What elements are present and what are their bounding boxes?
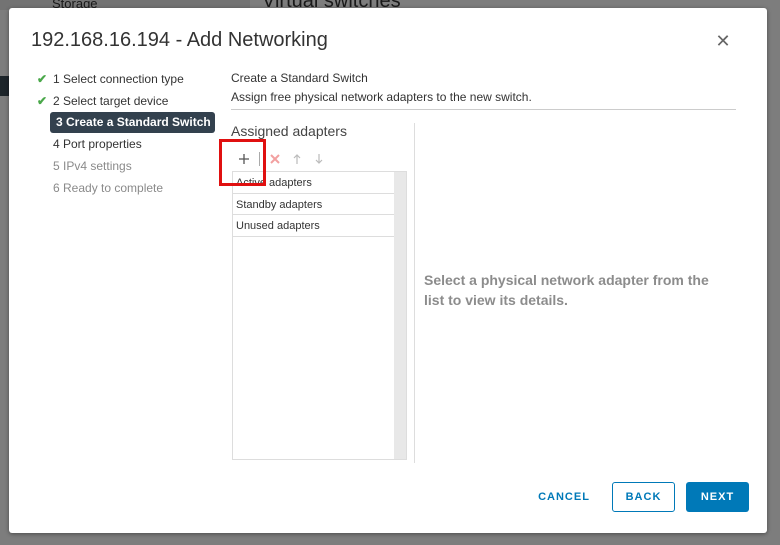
list-item-standby-adapters[interactable]: Standby adapters bbox=[233, 194, 394, 215]
close-icon[interactable]: ✕ bbox=[715, 32, 731, 50]
highlight-box bbox=[219, 139, 266, 186]
step-label: 4 Port properties bbox=[53, 137, 142, 152]
cancel-button[interactable]: CANCEL bbox=[529, 482, 599, 512]
details-divider bbox=[414, 123, 415, 463]
step-label: 2 Select target device bbox=[53, 93, 169, 108]
step-ipv4-settings: 5 IPv4 settings bbox=[37, 155, 217, 177]
remove-icon bbox=[270, 154, 280, 164]
adapter-list: Active adapters Standby adapters Unused … bbox=[232, 171, 407, 460]
step-label: 5 IPv4 settings bbox=[53, 159, 132, 174]
move-up-button[interactable] bbox=[286, 149, 308, 169]
checkmark-icon: ✔ bbox=[37, 93, 48, 108]
content-subtitle: Assign free physical network adapters to… bbox=[231, 90, 532, 104]
back-button[interactable]: BACK bbox=[612, 482, 675, 512]
arrow-down-icon bbox=[315, 154, 323, 164]
checkmark-icon: ✔ bbox=[37, 71, 48, 86]
step-label: 6 Ready to complete bbox=[53, 180, 164, 195]
remove-adapter-button[interactable] bbox=[264, 149, 286, 169]
wizard-steps: ✔ 1 Select connection type ✔ 2 Select ta… bbox=[37, 68, 217, 199]
step-select-connection-type[interactable]: ✔ 1 Select connection type bbox=[37, 68, 217, 90]
step-port-properties: 4 Port properties bbox=[37, 133, 217, 155]
add-networking-dialog: 192.168.16.194 - Add Networking ✕ ✔ 1 Se… bbox=[9, 8, 767, 533]
list-scrollbar[interactable] bbox=[394, 172, 406, 459]
step-label: 1 Select connection type bbox=[53, 71, 184, 86]
arrow-up-icon bbox=[293, 154, 301, 164]
move-down-button[interactable] bbox=[308, 149, 330, 169]
details-message: Select a physical network adapter from t… bbox=[424, 272, 709, 308]
assigned-adapters-title: Assigned adapters bbox=[231, 123, 347, 139]
content-title: Create a Standard Switch bbox=[231, 71, 368, 85]
list-item-unused-adapters[interactable]: Unused adapters bbox=[233, 215, 394, 237]
step-select-target-device[interactable]: ✔ 2 Select target device bbox=[37, 90, 217, 112]
dialog-title: 192.168.16.194 - Add Networking bbox=[31, 29, 328, 51]
step-create-standard-switch[interactable]: 3 Create a Standard Switch bbox=[50, 111, 215, 134]
step-label: 3 Create a Standard Switch bbox=[56, 115, 211, 130]
next-button[interactable]: NEXT bbox=[686, 482, 749, 512]
step-ready-to-complete: 6 Ready to complete bbox=[37, 177, 217, 199]
content-divider bbox=[231, 109, 736, 110]
